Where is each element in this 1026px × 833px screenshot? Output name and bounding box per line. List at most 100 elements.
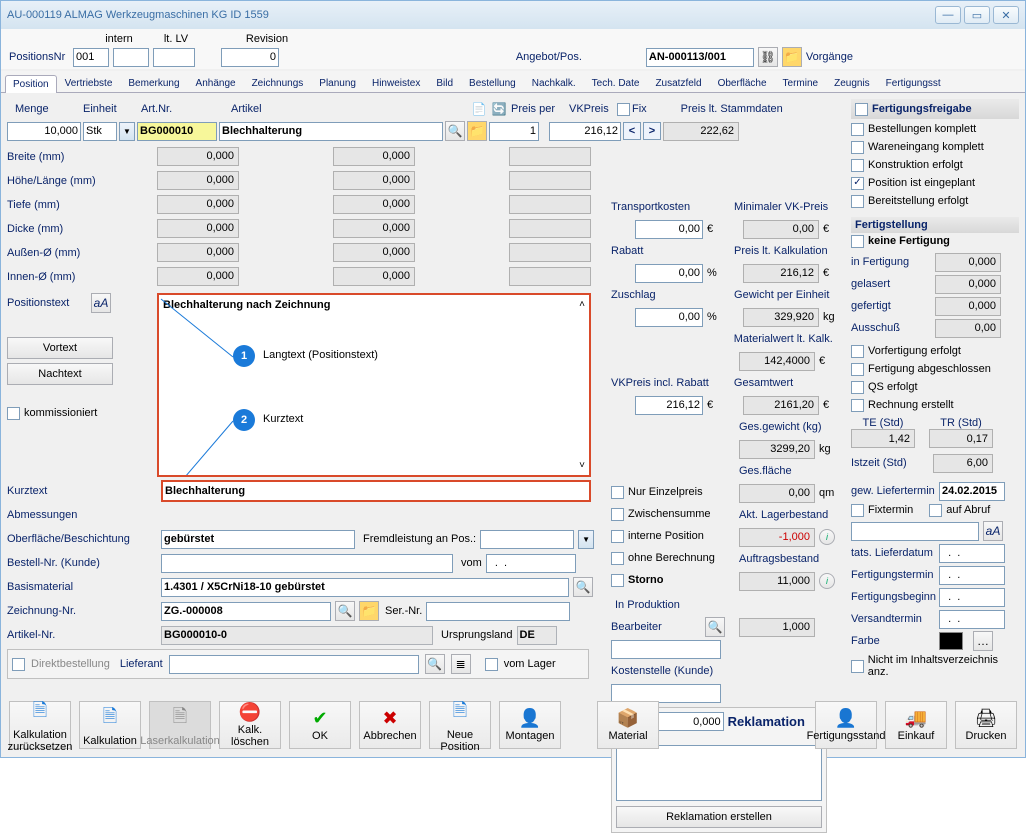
- dim-aussen-2[interactable]: 0,000: [333, 243, 415, 262]
- tab-planung[interactable]: Planung: [311, 74, 364, 92]
- tab-position[interactable]: Position: [5, 75, 57, 93]
- tab-termine[interactable]: Termine: [775, 74, 827, 92]
- positionsnr-input[interactable]: [73, 48, 109, 67]
- info-lager-icon[interactable]: i: [819, 529, 835, 545]
- vom-input[interactable]: [486, 554, 576, 573]
- tab-zusatzfelder[interactable]: Zusatzfeld: [647, 74, 709, 92]
- zeichnung-input[interactable]: [161, 602, 331, 621]
- prev-button[interactable]: <: [623, 122, 641, 140]
- basismaterial-input[interactable]: [161, 578, 569, 597]
- checkbox-zwischensumme[interactable]: [611, 508, 624, 521]
- abruf-text-input[interactable]: [851, 522, 979, 541]
- checkbox-fix[interactable]: [617, 103, 630, 116]
- checkbox-rechnung[interactable]: [851, 399, 864, 412]
- vkpreis-incl-input[interactable]: [635, 396, 703, 415]
- checkbox-qs[interactable]: [851, 381, 864, 394]
- bearbeiter-input[interactable]: [611, 640, 721, 659]
- gew-liefer-input[interactable]: [939, 482, 1005, 501]
- tab-bild[interactable]: Bild: [428, 74, 461, 92]
- tab-bestellung[interactable]: Bestellung: [461, 74, 524, 92]
- next-button[interactable]: >: [643, 122, 661, 140]
- tab-anhaenge[interactable]: Anhänge: [188, 74, 244, 92]
- scroll-down-icon[interactable]: ˅: [579, 460, 585, 471]
- dim-aussen-3[interactable]: [509, 243, 591, 262]
- abbrechen-button[interactable]: ✖Abbrechen: [359, 701, 421, 749]
- folder-artikel-icon[interactable]: 📁: [467, 121, 487, 141]
- fertigungsstand-button[interactable]: 👤Fertigungsstand: [815, 701, 877, 749]
- kalkulation-button[interactable]: 🗎Kalkulation: [79, 701, 141, 749]
- ltlv-input[interactable]: [153, 48, 195, 67]
- abruf-edit-icon[interactable]: aA: [983, 521, 1003, 541]
- positionstext-box[interactable]: Blechhalterung nach Zeichnung ˄ ˅ 1 Lang…: [157, 293, 591, 477]
- einheit-dropdown[interactable]: ▼: [119, 122, 135, 141]
- zuschlag-input[interactable]: [635, 308, 703, 327]
- ok-button[interactable]: ✔OK: [289, 701, 351, 749]
- vortext-button[interactable]: Vortext: [7, 337, 113, 359]
- tab-nachkalk[interactable]: Nachkalk.: [524, 74, 584, 92]
- checkbox-pos-eingeplant[interactable]: [851, 177, 864, 190]
- checkbox-aufabruf[interactable]: [929, 504, 942, 517]
- montagen-button[interactable]: 👤Montagen: [499, 701, 561, 749]
- transportkosten-input[interactable]: [635, 220, 703, 239]
- checkbox-vorfertigung[interactable]: [851, 345, 864, 358]
- dim-breite-3[interactable]: [509, 147, 591, 166]
- revision-input[interactable]: [221, 48, 279, 67]
- dim-aussen-1[interactable]: 0,000: [157, 243, 239, 262]
- reklamation-erstellen-button[interactable]: Reklamation erstellen: [616, 806, 822, 828]
- search-basismaterial-icon[interactable]: 🔍: [573, 577, 593, 597]
- drucken-button[interactable]: 🖨Drucken: [955, 701, 1017, 749]
- info-auftrag-icon[interactable]: i: [819, 573, 835, 589]
- artikel-input[interactable]: [219, 122, 443, 141]
- versand-input[interactable]: [939, 610, 1005, 629]
- tats-liefer-input[interactable]: [939, 544, 1005, 563]
- minimize-button[interactable]: —: [935, 6, 961, 24]
- dim-innen-1[interactable]: 0,000: [157, 267, 239, 286]
- tab-techdaten[interactable]: Tech. Date: [584, 74, 648, 92]
- tab-hinweistext[interactable]: Hinweistex: [364, 74, 428, 92]
- dim-hoehe-1[interactable]: 0,000: [157, 171, 239, 190]
- tab-oberflaeche[interactable]: Oberfläche: [710, 74, 775, 92]
- intern-input[interactable]: [113, 48, 149, 67]
- dim-dicke-2[interactable]: 0,000: [333, 219, 415, 238]
- einheit-input[interactable]: [83, 122, 117, 141]
- vkpreis-input[interactable]: [549, 122, 621, 141]
- checkbox-fertigung-abg[interactable]: [851, 363, 864, 376]
- dim-innen-2[interactable]: 0,000: [333, 267, 415, 286]
- tab-vertriebstext[interactable]: Vertriebste: [57, 74, 121, 92]
- doc-new-icon[interactable]: 📄: [469, 99, 489, 119]
- nachtext-button[interactable]: Nachtext: [7, 363, 113, 385]
- farbe-swatch[interactable]: [939, 632, 963, 650]
- fremdleistung-dropdown[interactable]: ▼: [578, 530, 594, 549]
- checkbox-kommissioniert[interactable]: [7, 407, 20, 420]
- search-artikel-icon[interactable]: 🔍: [445, 121, 465, 141]
- fert-beginn-input[interactable]: [939, 588, 1005, 607]
- tab-bemerkung[interactable]: Bemerkung: [120, 74, 187, 92]
- kurztext-input[interactable]: [161, 480, 591, 502]
- folder-icon[interactable]: 📁: [782, 47, 802, 67]
- neue-position-button[interactable]: 🗎Neue Position: [429, 701, 491, 749]
- checkbox-direktbestellung[interactable]: [12, 658, 25, 671]
- checkbox-interne-pos[interactable]: [611, 530, 624, 543]
- checkbox-fertigungsfreigabe[interactable]: [855, 103, 868, 116]
- dim-breite-2[interactable]: 0,000: [333, 147, 415, 166]
- checkbox-bereitstellung[interactable]: [851, 195, 864, 208]
- close-button[interactable]: ✕: [993, 6, 1019, 24]
- oberflaeche-input[interactable]: [161, 530, 355, 549]
- folder-zeichnung-icon[interactable]: 📁: [359, 601, 379, 621]
- kalk-loeschen-button[interactable]: ⛔Kalk. löschen: [219, 701, 281, 749]
- positionstext-edit-icon[interactable]: aA: [91, 293, 111, 313]
- tab-zeichnung[interactable]: Zeichnungs: [244, 74, 312, 92]
- dim-hoehe-3[interactable]: [509, 171, 591, 190]
- grund-textarea[interactable]: [616, 745, 822, 801]
- rabatt-input[interactable]: [635, 264, 703, 283]
- dim-dicke-3[interactable]: [509, 219, 591, 238]
- checkbox-nur-einzel[interactable]: [611, 486, 624, 499]
- checkbox-ohne-berechnung[interactable]: [611, 552, 624, 565]
- fert-termin-input[interactable]: [939, 566, 1005, 585]
- checkbox-vomlager[interactable]: [485, 658, 498, 671]
- tab-fertigung[interactable]: Fertigungsst: [878, 74, 949, 92]
- doc-refresh-icon[interactable]: 🔄: [489, 99, 509, 119]
- fremdleistung-input[interactable]: [480, 530, 574, 549]
- checkbox-fixtermin[interactable]: [851, 504, 864, 517]
- dim-hoehe-2[interactable]: 0,000: [333, 171, 415, 190]
